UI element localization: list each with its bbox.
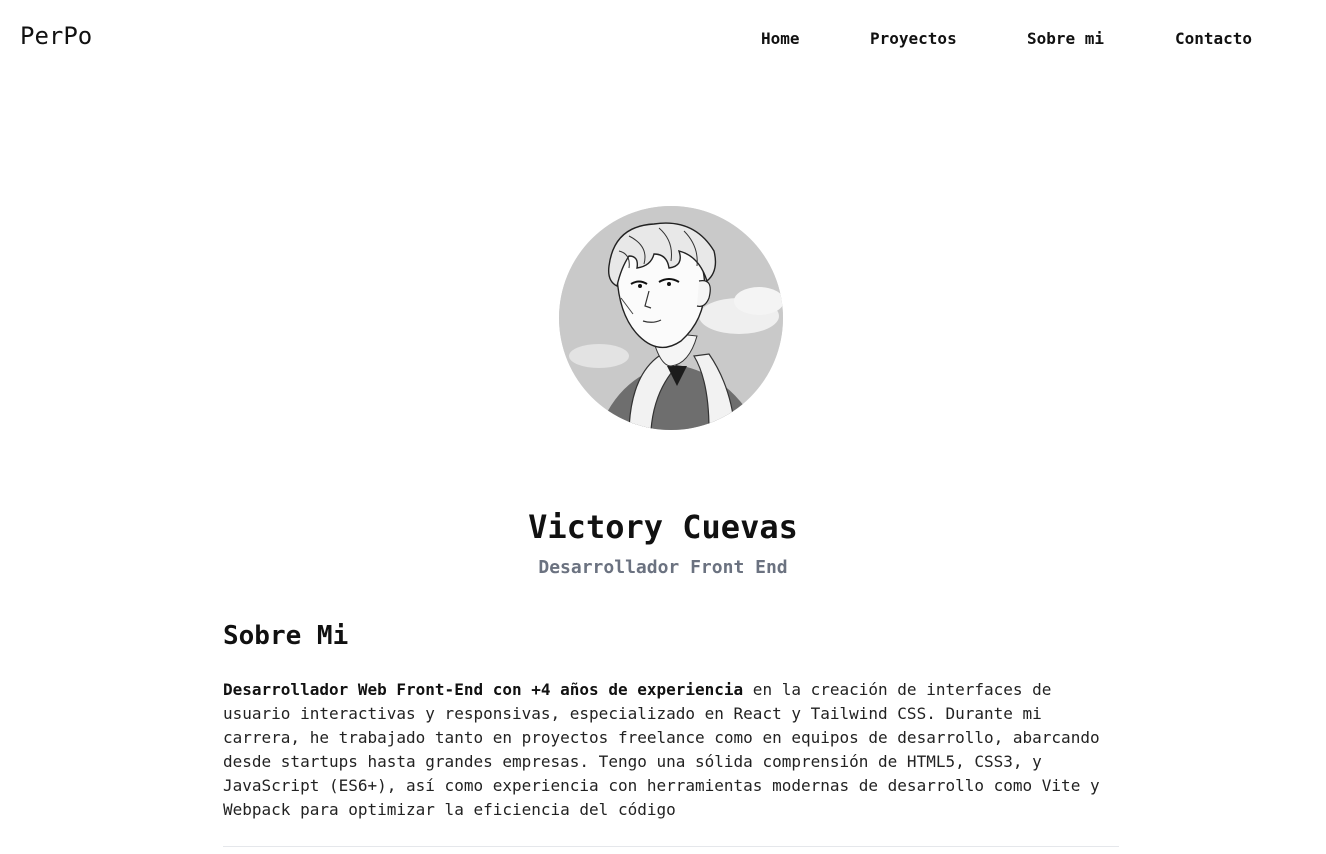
profile-role: Desarrollador Front End bbox=[538, 557, 788, 578]
about-paragraph: Desarrollador Web Front-End con +4 años … bbox=[223, 678, 1103, 822]
page: PerPo Home Proyectos Sobre mi Contacto V… bbox=[0, 0, 1326, 854]
main-nav: Home Proyectos Sobre mi Contacto bbox=[0, 29, 1326, 49]
profile-avatar bbox=[559, 206, 783, 430]
section-divider bbox=[223, 846, 1119, 847]
about-section-title: Sobre Mi bbox=[223, 621, 349, 651]
nav-projects-link[interactable]: Proyectos bbox=[870, 29, 957, 48]
profile-name: Victory Cuevas bbox=[528, 508, 798, 546]
nav-about-link[interactable]: Sobre mi bbox=[1027, 29, 1104, 48]
nav-home-link[interactable]: Home bbox=[761, 29, 800, 48]
nav-contact-link[interactable]: Contacto bbox=[1175, 29, 1252, 48]
manga-portrait-avatar-icon bbox=[559, 206, 783, 430]
about-highlight: Desarrollador Web Front-End con +4 años … bbox=[223, 680, 744, 699]
about-body: en la creación de interfaces de usuario … bbox=[223, 680, 1100, 819]
